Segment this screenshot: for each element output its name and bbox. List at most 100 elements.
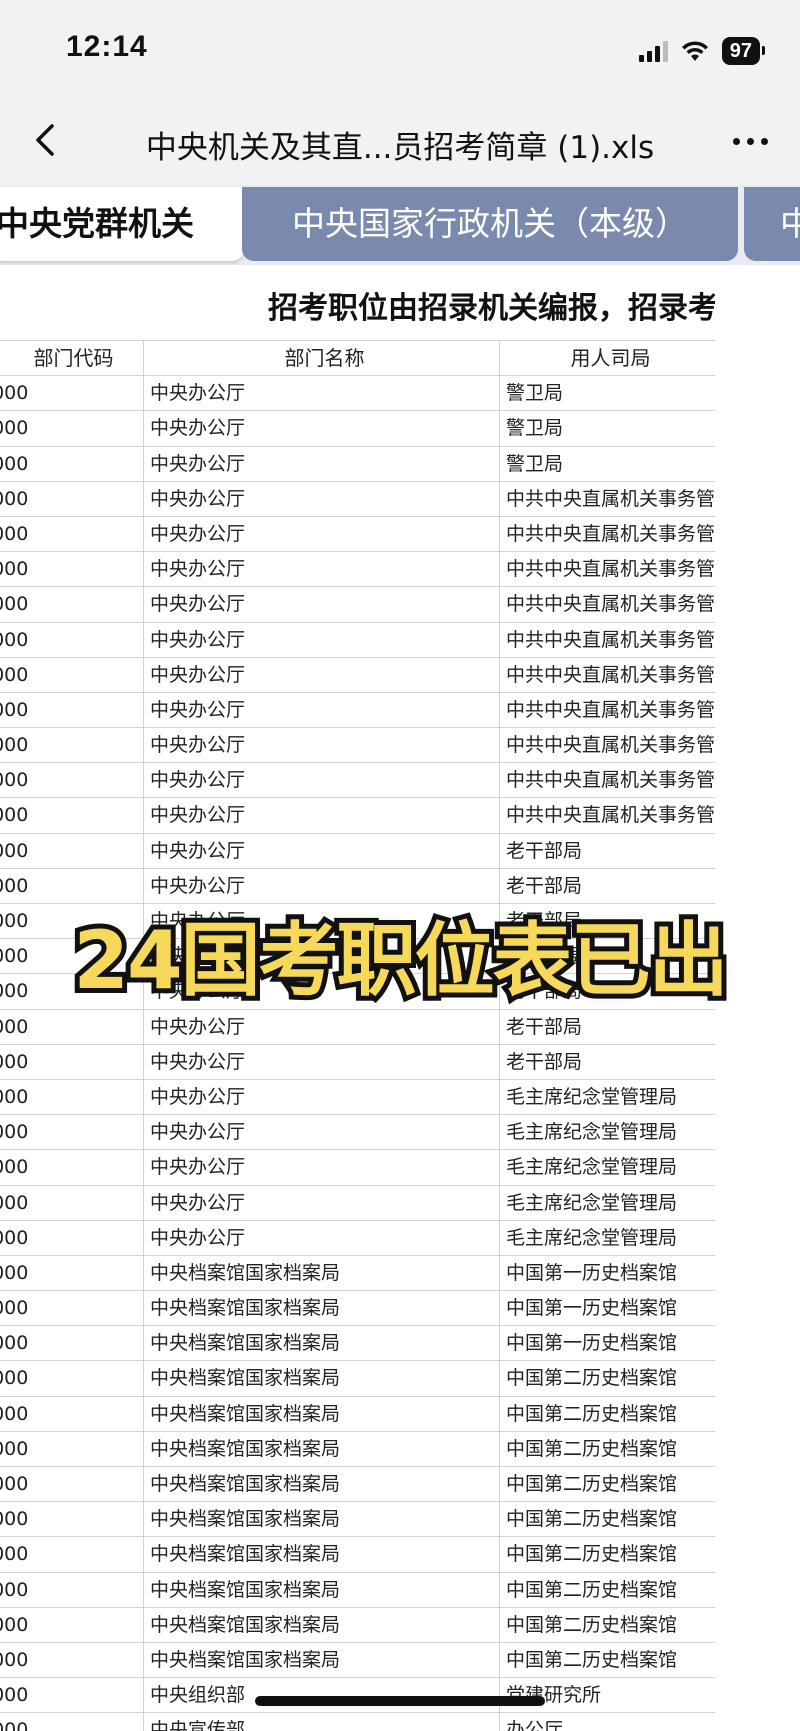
table-cell[interactable]: 中共中央直属机关事务管	[499, 728, 715, 763]
table-cell[interactable]: 中央档案馆国家档案局	[143, 1326, 499, 1361]
table-cell[interactable]: 2000	[0, 658, 143, 692]
table-cell[interactable]: 中国第一历史档案馆	[499, 1291, 715, 1326]
table-cell[interactable]: 老干部局	[499, 833, 715, 868]
sheet-grid[interactable]: 部门代码 部门名称 用人司局 2000中央办公厅警卫局2000中央办公厅警卫局2…	[0, 340, 715, 1731]
table-row[interactable]: 5000中央宣传部办公厅	[0, 1713, 715, 1731]
table-cell[interactable]: 中央办公厅	[143, 446, 499, 481]
table-cell[interactable]: 中央办公厅	[143, 411, 499, 446]
table-cell[interactable]: 2000	[0, 834, 143, 868]
table-cell[interactable]: 中国第二历史档案馆	[499, 1572, 715, 1607]
table-cell[interactable]: 中央办公厅	[143, 376, 499, 411]
table-cell[interactable]: 中央档案馆国家档案局	[143, 1255, 499, 1291]
table-cell[interactable]: 中共中央直属机关事务管	[499, 587, 715, 622]
table-row[interactable]: 2000中央办公厅中共中央直属机关事务管	[0, 692, 715, 729]
table-cell[interactable]: 2000	[0, 798, 143, 832]
table-cell[interactable]: 5000	[0, 1326, 143, 1360]
table-cell[interactable]: 警卫局	[499, 446, 715, 481]
table-row[interactable]: 5000中央档案馆国家档案局中国第二历史档案馆	[0, 1396, 715, 1432]
table-cell[interactable]: 中国第二历史档案馆	[499, 1642, 715, 1678]
table-row[interactable]: 5000中央档案馆国家档案局中国第一历史档案馆	[0, 1291, 715, 1327]
table-cell[interactable]: 2000	[0, 693, 143, 727]
table-row[interactable]: 2000中央办公厅毛主席纪念堂管理局	[0, 1185, 715, 1221]
table-cell[interactable]: 中央办公厅	[143, 622, 499, 657]
table-cell[interactable]: 中共中央直属机关事务管	[499, 657, 715, 692]
table-cell[interactable]: 中央办公厅	[143, 1185, 499, 1220]
table-cell[interactable]: 2000	[0, 1150, 143, 1184]
table-cell[interactable]: 2000	[0, 623, 143, 657]
table-row[interactable]: 5000中央档案馆国家档案局中国第二历史档案馆	[0, 1572, 715, 1608]
table-cell[interactable]: 5000	[0, 1256, 143, 1290]
chevron-left-icon[interactable]	[26, 118, 66, 162]
table-cell[interactable]: 毛主席纪念堂管理局	[499, 1150, 715, 1185]
table-row[interactable]: 2000中央办公厅中共中央直属机关事务管	[0, 516, 715, 553]
table-cell[interactable]: 中央办公厅	[143, 692, 499, 728]
table-cell[interactable]: 中央办公厅	[143, 657, 499, 692]
table-cell[interactable]: 2000	[0, 1186, 143, 1220]
table-row[interactable]: 5000中央档案馆国家档案局中国第二历史档案馆	[0, 1431, 715, 1467]
column-header-dept-name[interactable]: 部门名称	[143, 341, 499, 376]
table-cell[interactable]: 中央办公厅	[143, 1220, 499, 1255]
table-row[interactable]: 2000中央办公厅中共中央直属机关事务管	[0, 552, 715, 588]
table-cell[interactable]: 中央办公厅	[143, 481, 499, 516]
table-cell[interactable]: 中央档案馆国家档案局	[143, 1537, 499, 1572]
table-row[interactable]: 5000中央档案馆国家档案局中国第一历史档案馆	[0, 1255, 715, 1292]
table-row[interactable]: 2000中央办公厅中共中央直属机关事务管	[0, 728, 715, 764]
table-cell[interactable]: 2000	[0, 517, 143, 551]
table-cell[interactable]: 毛主席纪念堂管理局	[499, 1185, 715, 1220]
table-row[interactable]: 2000中央办公厅毛主席纪念堂管理局	[0, 1079, 715, 1116]
table-cell[interactable]: 中央办公厅	[143, 1044, 499, 1079]
table-cell[interactable]: 5000	[0, 1537, 143, 1571]
table-row[interactable]: 5000中央档案馆国家档案局中国第二历史档案馆	[0, 1361, 715, 1397]
table-cell[interactable]: 中央办公厅	[143, 552, 499, 587]
table-cell[interactable]: 中央档案馆国家档案局	[143, 1607, 499, 1642]
table-cell[interactable]: 中央档案馆国家档案局	[143, 1572, 499, 1607]
sheet-tab-central-party[interactable]: 中央党群机关	[0, 187, 244, 261]
table-cell[interactable]: 2000	[0, 763, 143, 797]
table-cell[interactable]: 毛主席纪念堂管理局	[499, 1220, 715, 1255]
table-cell[interactable]: 2000	[0, 1045, 143, 1079]
table-cell[interactable]: 中共中央直属机关事务管	[499, 552, 715, 587]
table-cell[interactable]: 中央办公厅	[143, 1150, 499, 1185]
table-cell[interactable]: 2000	[0, 376, 143, 410]
table-cell[interactable]: 中共中央直属机关事务管	[499, 763, 715, 798]
table-cell[interactable]: 中央办公厅	[143, 1009, 499, 1044]
table-cell[interactable]: 中央档案馆国家档案局	[143, 1502, 499, 1537]
table-row[interactable]: 2000中央办公厅警卫局	[0, 446, 715, 482]
table-cell[interactable]: 毛主席纪念堂管理局	[499, 1115, 715, 1150]
table-cell[interactable]: 警卫局	[499, 411, 715, 446]
table-row[interactable]: 2000中央办公厅警卫局	[0, 376, 715, 412]
more-horizontal-icon[interactable]	[733, 138, 768, 145]
table-row[interactable]: 5000中央档案馆国家档案局中国第二历史档案馆	[0, 1642, 715, 1679]
table-row[interactable]: 2000中央办公厅中共中央直属机关事务管	[0, 622, 715, 658]
table-cell[interactable]: 老干部局	[499, 1044, 715, 1079]
sheet-tab-central-admin[interactable]: 中央国家行政机关（本级）	[242, 187, 738, 261]
table-row[interactable]: 5000中央档案馆国家档案局中国第二历史档案馆	[0, 1467, 715, 1503]
table-cell[interactable]: 2000	[0, 1115, 143, 1149]
table-cell[interactable]: 中国第二历史档案馆	[499, 1467, 715, 1502]
table-cell[interactable]: 中央办公厅	[143, 1115, 499, 1150]
table-cell[interactable]: 中央档案馆国家档案局	[143, 1642, 499, 1678]
table-cell[interactable]: 2000	[0, 1010, 143, 1044]
table-cell[interactable]: 中国第一历史档案馆	[499, 1255, 715, 1291]
table-cell[interactable]: 5000	[0, 1608, 143, 1642]
table-row[interactable]: 2000中央办公厅中共中央直属机关事务管	[0, 587, 715, 623]
table-cell[interactable]: 中国第二历史档案馆	[499, 1537, 715, 1572]
table-cell[interactable]: 中央办公厅	[143, 516, 499, 552]
table-cell[interactable]: 5000	[0, 1713, 143, 1731]
table-cell[interactable]: 中央档案馆国家档案局	[143, 1431, 499, 1466]
table-cell[interactable]: 5000	[0, 1573, 143, 1607]
table-cell[interactable]: 中共中央直属机关事务管	[499, 798, 715, 833]
table-cell[interactable]: 2000	[0, 552, 143, 586]
table-cell[interactable]: 中国第二历史档案馆	[499, 1396, 715, 1431]
table-cell[interactable]: 中央办公厅	[143, 587, 499, 622]
table-cell[interactable]: 中央档案馆国家档案局	[143, 1291, 499, 1326]
table-cell[interactable]: 办公厅	[499, 1713, 715, 1731]
table-cell[interactable]: 中共中央直属机关事务管	[499, 481, 715, 516]
table-cell[interactable]: 2000	[0, 411, 143, 445]
table-cell[interactable]: 中共中央直属机关事务管	[499, 692, 715, 728]
sheet-tab-next[interactable]: 中	[744, 187, 800, 261]
table-cell[interactable]: 中央档案馆国家档案局	[143, 1396, 499, 1431]
table-row[interactable]: 2000中央办公厅毛主席纪念堂管理局	[0, 1150, 715, 1186]
table-cell[interactable]: 2000	[0, 728, 143, 762]
table-row[interactable]: 2000中央办公厅老干部局	[0, 833, 715, 869]
